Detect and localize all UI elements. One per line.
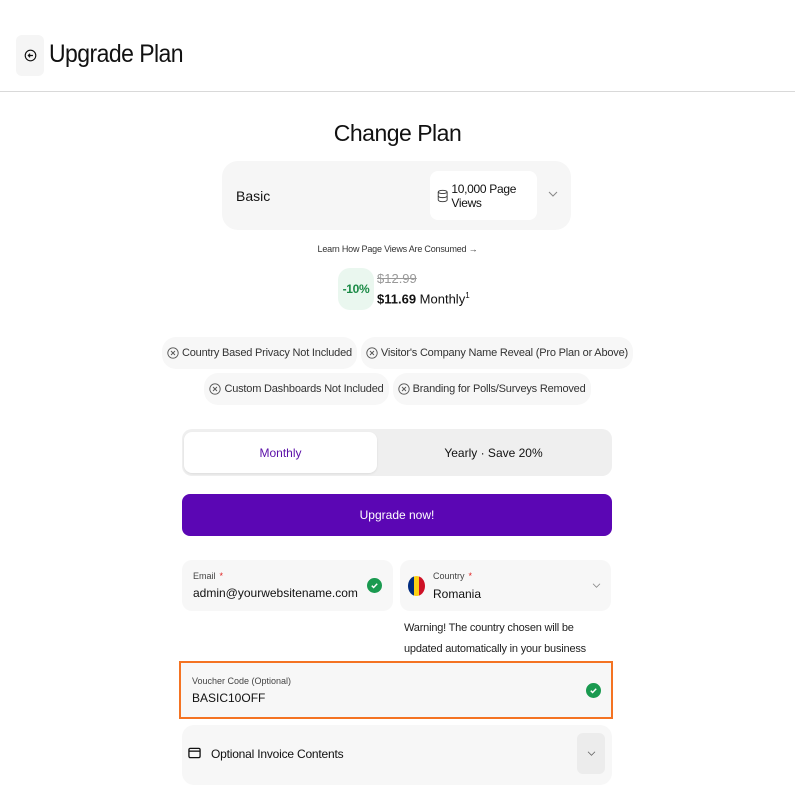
price-footnote: 1 — [465, 291, 470, 300]
feature-label: Branding for Polls/Surveys Removed — [412, 383, 586, 395]
email-label-text: Email — [193, 571, 216, 581]
discount-badge: -10% — [338, 268, 374, 310]
database-icon — [437, 189, 448, 202]
voucher-label: Voucher Code (Optional) — [192, 676, 292, 686]
back-button[interactable] — [16, 35, 44, 76]
tab-monthly[interactable]: Monthly — [184, 432, 377, 473]
billing-period-toggle: Monthly Yearly · Save 20% — [182, 429, 612, 476]
old-price: $12.99 — [377, 271, 417, 286]
plan-name: Basic — [236, 188, 271, 204]
feature-chip: Visitor's Company Name Reveal (Pro Plan … — [360, 337, 633, 369]
romania-flag-icon — [408, 576, 425, 596]
folder-icon — [188, 747, 201, 759]
page-views-value: 10,000 Page Views — [451, 181, 517, 210]
feature-chip: Country Based Privacy Not Included — [162, 337, 357, 369]
required-marker: * — [219, 571, 224, 581]
x-circle-icon — [167, 347, 179, 359]
optional-invoice-section[interactable]: Optional Invoice Contents — [182, 725, 612, 785]
header: Upgrade Plan — [0, 0, 795, 92]
country-label: Country * — [433, 571, 472, 581]
page-title: Upgrade Plan — [49, 40, 184, 68]
email-field[interactable]: Email * admin@yourwebsitename.com — [182, 560, 393, 611]
chevron-down-icon — [587, 751, 595, 756]
feature-chip: Custom Dashboards Not Included — [204, 373, 389, 405]
feature-label: Visitor's Company Name Reveal (Pro Plan … — [380, 347, 628, 359]
check-circle-icon — [586, 683, 601, 698]
new-price-amount: $11.69 — [377, 291, 417, 307]
country-label-text: Country — [433, 571, 465, 581]
voucher-code-field[interactable]: Voucher Code (Optional) BASIC10OFF — [179, 661, 613, 719]
change-plan-title: Change Plan — [333, 120, 462, 146]
tab-yearly[interactable]: Yearly · Save 20% — [377, 432, 610, 473]
chevron-down-icon[interactable] — [592, 582, 601, 589]
feature-label: Custom Dashboards Not Included — [224, 383, 384, 395]
invoice-label: Optional Invoice Contents — [211, 747, 344, 761]
price-period: Monthly — [419, 291, 466, 307]
check-circle-icon — [367, 578, 382, 593]
x-circle-icon — [209, 383, 222, 395]
expand-invoice-button[interactable] — [577, 733, 605, 774]
learn-page-views-link[interactable]: Learn How Page Views Are Consumed → — [0, 244, 795, 254]
country-value: Romania — [433, 587, 482, 601]
chevron-down-icon[interactable] — [548, 190, 558, 198]
email-label: Email * — [193, 571, 223, 581]
new-price: $11.69 Monthly1 — [377, 291, 470, 306]
country-select[interactable]: Country * Romania — [400, 560, 611, 611]
email-value[interactable]: admin@yourwebsitename.com — [193, 586, 358, 600]
feature-chip: Branding for Polls/Surveys Removed — [392, 373, 591, 405]
x-circle-icon — [366, 347, 378, 359]
voucher-value[interactable]: BASIC10OFF — [192, 691, 265, 705]
upgrade-now-button[interactable]: Upgrade now! — [182, 494, 612, 536]
arrow-left-circle-icon — [24, 49, 36, 62]
excluded-features: Country Based Privacy Not Included Visit… — [0, 337, 795, 405]
page-views-selector[interactable]: 10,000 Page Views — [430, 171, 537, 220]
plan-selector[interactable]: Basic 10,000 Page Views — [222, 161, 571, 230]
feature-label: Country Based Privacy Not Included — [182, 347, 352, 359]
x-circle-icon — [397, 383, 410, 395]
required-marker: * — [468, 571, 473, 581]
